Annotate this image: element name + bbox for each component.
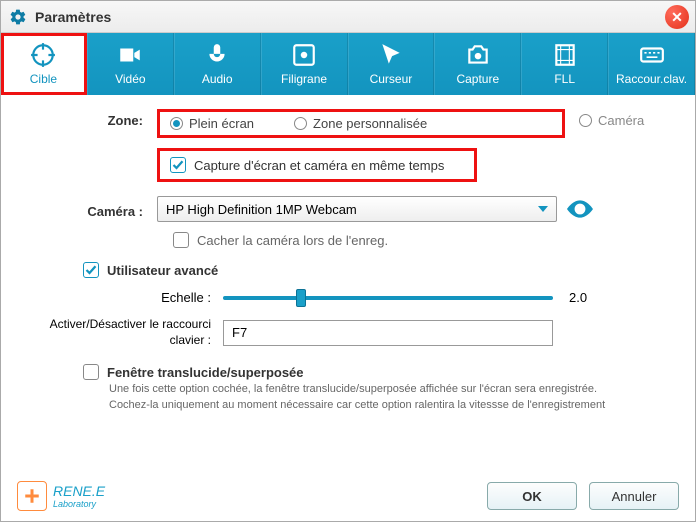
tab-cible[interactable]: Cible [1,33,87,95]
brand-logo: RENE.E Laboratory [17,481,105,511]
radio-camera[interactable]: Caméra [579,113,644,128]
radio-icon [579,114,592,127]
tab-audio[interactable]: Audio [174,33,261,95]
radio-fullscreen[interactable]: Plein écran [170,116,254,131]
scale-slider[interactable] [223,296,553,300]
scale-value: 2.0 [569,290,609,305]
slider-thumb[interactable] [296,289,306,307]
target-icon [30,42,56,68]
mic-icon [204,42,230,68]
radio-icon [170,117,183,130]
window-title: Paramètres [35,9,111,25]
video-icon [117,42,143,68]
tab-capture[interactable]: Capture [434,33,521,95]
checkbox-icon [83,364,99,380]
camera-label: Caméra : [23,200,157,219]
zone-label: Zone: [23,109,157,128]
checkbox-icon [173,232,189,248]
tab-filigrane[interactable]: Filigrane [261,33,348,95]
camera-select[interactable]: HP High Definition 1MP Webcam [157,196,557,222]
keyboard-icon [639,42,665,68]
tab-curseur[interactable]: Curseur [348,33,435,95]
scale-label: Echelle : [23,290,223,305]
tab-bar: Cible Vidéo Audio Filigrane Curseur Capt… [1,33,695,95]
ok-button[interactable]: OK [487,482,577,510]
close-icon: ✕ [671,9,683,26]
plus-icon [23,487,41,505]
capture-both-checkbox[interactable]: Capture d'écran et caméra en même temps [157,148,477,182]
translucent-checkbox[interactable]: Fenêtre translucide/superposée [83,364,673,380]
checkbox-icon [83,262,99,278]
chevron-down-icon [538,206,548,212]
film-icon [552,42,578,68]
preview-eye-icon[interactable] [567,199,593,219]
hotkey-label: Activer/Désactiver le raccourci clavier … [23,317,223,348]
radio-icon [294,117,307,130]
zone-radio-group: Plein écran Zone personnalisée [157,109,565,138]
cancel-button[interactable]: Annuler [589,482,679,510]
tab-video[interactable]: Vidéo [87,33,174,95]
camera-icon [465,42,491,68]
radio-custom-zone[interactable]: Zone personnalisée [294,116,427,131]
hotkey-input[interactable] [223,320,553,346]
watermark-icon [291,42,317,68]
tab-raccourci[interactable]: Raccour.clav. [608,33,695,95]
hide-camera-checkbox[interactable]: Cacher la caméra lors de l'enreg. [173,232,673,248]
advanced-user-checkbox[interactable]: Utilisateur avancé [83,262,673,278]
checkbox-icon [170,157,186,173]
tab-fll[interactable]: FLL [521,33,608,95]
gear-icon [9,8,27,26]
translucent-desc: Une fois cette option cochée, la fenêtre… [109,382,669,413]
logo-badge [17,481,47,511]
close-button[interactable]: ✕ [665,5,689,29]
cursor-icon [378,42,404,68]
